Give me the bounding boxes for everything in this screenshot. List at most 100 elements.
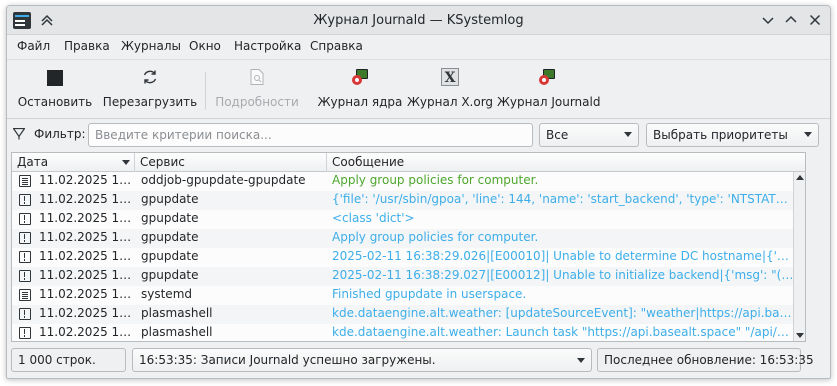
date-cell: 11.02.2025 16:38 xyxy=(39,287,135,301)
message-cell: {'file': '/usr/sbin/gpoa', 'line': 144, … xyxy=(332,192,794,206)
close-icon[interactable] xyxy=(807,12,823,28)
message-cell: kde.dataengine.alt.weather: Launch task … xyxy=(332,325,794,339)
table-header: Дата Сервис Сообщение xyxy=(12,153,805,172)
table-row[interactable]: 11.02.2025 16:38 gpupdate Apply group po… xyxy=(12,229,805,248)
date-cell: 11.02.2025 16:38 xyxy=(39,211,135,225)
app-window: Журнал Journald — KSystemlog Файл Правка… xyxy=(6,5,831,379)
journald-log-button[interactable]: Журнал Journald xyxy=(497,60,601,118)
history-status-combo[interactable]: 16:53:35: Записи Journald успешно загруж… xyxy=(132,348,592,372)
notice-priority-icon xyxy=(19,308,31,320)
journald-log-label: Журнал Journald xyxy=(497,95,601,109)
search-input[interactable] xyxy=(88,123,533,147)
date-cell: 11.02.2025 16:38 xyxy=(39,268,135,282)
message-cell: 2025-02-11 16:38:29.027|[E00012]| Unable… xyxy=(332,268,794,282)
scroll-down-icon[interactable] xyxy=(796,333,804,338)
journald-log-icon xyxy=(539,69,555,85)
maximize-icon[interactable] xyxy=(783,12,799,28)
service-cell: gpupdate xyxy=(141,192,199,206)
xorg-log-label: Журнал X.org xyxy=(407,95,494,109)
menu-settings[interactable]: Настройка xyxy=(234,39,301,53)
date-cell: 11.02.2025 16:44 xyxy=(39,306,135,320)
service-cell: systemd xyxy=(141,287,192,301)
notice-priority-icon xyxy=(19,194,31,206)
scroll-up-icon[interactable] xyxy=(796,175,804,180)
message-cell: 2025-02-11 16:38:29.026|[E00010]| Unable… xyxy=(332,249,794,263)
filter-icon xyxy=(13,128,25,140)
column-header-date[interactable]: Дата xyxy=(12,153,135,172)
table-row[interactable]: 11.02.2025 16:38 gpupdate 2025-02-11 16:… xyxy=(12,267,805,286)
menu-logs[interactable]: Журналы xyxy=(121,39,181,53)
kernel-log-icon xyxy=(352,69,368,85)
date-cell: 11.02.2025 16:38 xyxy=(39,249,135,263)
service-cell: gpupdate xyxy=(141,268,199,282)
notice-priority-icon xyxy=(19,251,31,263)
xorg-icon: X xyxy=(441,68,459,86)
column-header-label: Сообщение xyxy=(332,155,405,169)
details-button[interactable]: Подробности xyxy=(211,60,303,118)
table-row[interactable]: 11.02.2025 16:38 gpupdate <class 'dict'> xyxy=(12,210,805,229)
vertical-scrollbar[interactable] xyxy=(793,172,805,341)
service-cell: gpupdate xyxy=(141,249,199,263)
column-header-service[interactable]: Сервис xyxy=(135,153,327,172)
priority-filter-combo[interactable]: Выбрать приоритеты xyxy=(646,123,819,147)
notice-priority-icon xyxy=(19,327,31,339)
column-filter-value: Все xyxy=(546,128,569,142)
kernel-log-button[interactable]: Журнал ядра xyxy=(313,60,407,118)
notice-priority-icon xyxy=(19,213,31,225)
menu-edit[interactable]: Правка xyxy=(64,39,110,53)
menu-window[interactable]: Окно xyxy=(189,39,221,53)
last-update-status: Последнее обновление: 16:53:35 xyxy=(597,348,814,372)
message-cell: Finished gpupdate in userspace. xyxy=(332,287,527,301)
table-row[interactable]: 11.02.2025 16:38 gpupdate 2025-02-11 16:… xyxy=(12,248,805,267)
status-bar: 1 000 строк. 16:53:35: Записи Journald у… xyxy=(7,346,830,376)
menu-help[interactable]: Справка xyxy=(310,39,363,53)
window-title: Журнал Journald — KSystemlog xyxy=(313,13,524,28)
table-row[interactable]: 11.02.2025 16:44 plasmashell kde.dataeng… xyxy=(12,324,805,341)
message-cell: Apply group policies for computer. xyxy=(332,230,539,244)
info-priority-icon xyxy=(19,175,31,187)
stop-icon xyxy=(47,70,63,86)
table-row[interactable]: 11.02.2025 16:44 plasmashell kde.dataeng… xyxy=(12,305,805,324)
stop-label: Остановить xyxy=(17,95,93,109)
log-table: Дата Сервис Сообщение 11.02.2025 16:38 o… xyxy=(11,152,806,342)
service-cell: plasmashell xyxy=(141,325,213,339)
service-cell: oddjob-gpupdate-gpupdate xyxy=(141,173,306,187)
svg-text:X: X xyxy=(445,70,456,86)
menu-bar: Файл Правка Журналы Окно Настройка Справ… xyxy=(7,35,830,59)
xorg-log-button[interactable]: X Журнал X.org xyxy=(407,60,493,118)
column-header-label: Дата xyxy=(17,155,49,169)
message-cell: Apply group policies for computer. xyxy=(332,173,539,187)
reload-button[interactable]: Перезагрузить xyxy=(101,60,199,118)
filter-bar: Фильтр: Все Выбрать приоритеты xyxy=(7,120,830,150)
stop-button[interactable]: Остановить xyxy=(13,60,97,118)
column-header-message[interactable]: Сообщение xyxy=(327,153,795,172)
notice-priority-icon xyxy=(19,232,31,244)
title-bar: Журнал Journald — KSystemlog xyxy=(7,6,830,35)
toolbar-separator xyxy=(205,72,206,110)
message-cell: <class 'dict'> xyxy=(332,211,415,225)
message-cell: kde.dataengine.alt.weather: [updateSourc… xyxy=(332,306,794,320)
date-cell: 11.02.2025 16:44 xyxy=(39,325,135,339)
details-label: Подробности xyxy=(215,95,299,109)
menu-file[interactable]: Файл xyxy=(17,39,50,53)
main-toolbar: Остановить Перезагрузить Подробности Жур… xyxy=(7,59,830,119)
sort-descending-icon xyxy=(122,160,130,165)
table-row[interactable]: 11.02.2025 16:38 oddjob-gpupdate-gpupdat… xyxy=(12,172,805,191)
date-cell: 11.02.2025 16:38 xyxy=(39,230,135,244)
chevron-down-icon xyxy=(804,132,812,137)
reload-icon xyxy=(143,70,157,84)
reload-label: Перезагрузить xyxy=(102,95,198,109)
chevron-down-icon xyxy=(577,358,585,363)
minimize-icon[interactable] xyxy=(760,12,776,28)
column-filter-combo[interactable]: Все xyxy=(539,123,639,147)
line-count-status: 1 000 строк. xyxy=(11,348,126,372)
kernel-log-label: Журнал ядра xyxy=(317,95,403,109)
table-row[interactable]: 11.02.2025 16:38 systemd Finished gpupda… xyxy=(12,286,805,305)
service-cell: gpupdate xyxy=(141,230,199,244)
table-row[interactable]: 11.02.2025 16:38 gpupdate {'file': '/usr… xyxy=(12,191,805,210)
column-header-label: Сервис xyxy=(140,155,185,169)
service-cell: gpupdate xyxy=(141,211,199,225)
status-message: 16:53:35: Записи Journald успешно загруж… xyxy=(139,353,436,367)
chevron-down-icon xyxy=(624,132,632,137)
notice-priority-icon xyxy=(19,270,31,282)
